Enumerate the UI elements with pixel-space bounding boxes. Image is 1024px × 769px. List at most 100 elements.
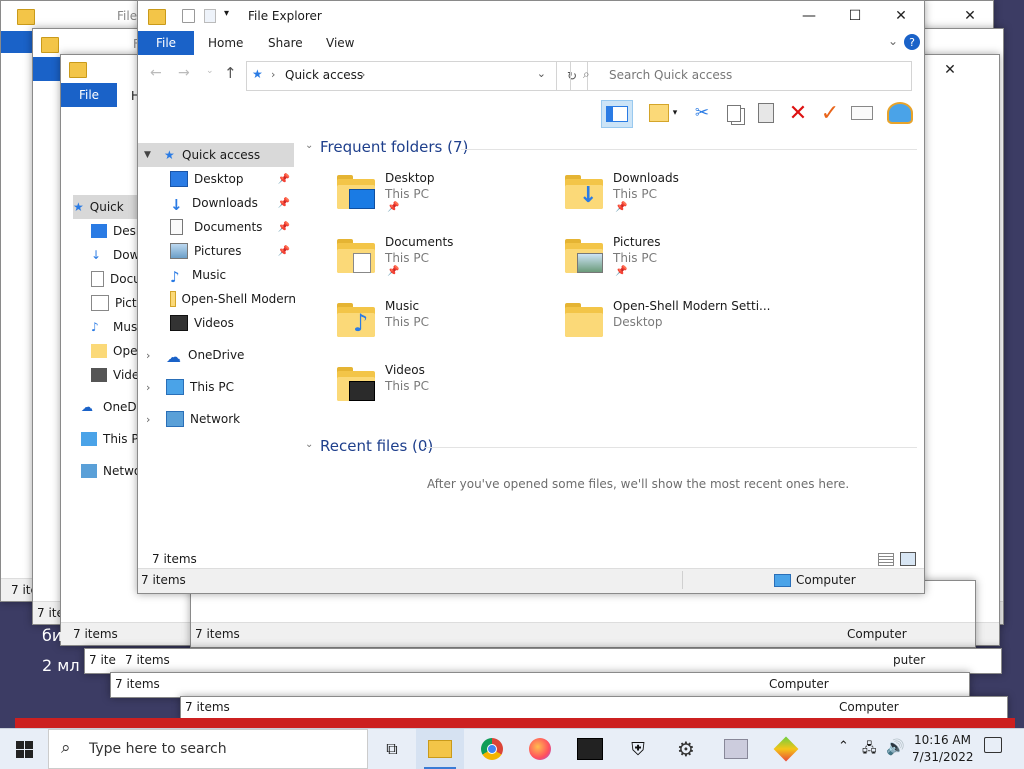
tab-home[interactable]: Home — [208, 36, 243, 50]
nav-item-network[interactable]: › Network — [138, 407, 296, 431]
breadcrumb-quick-access[interactable]: Quick access — [285, 68, 363, 82]
frequent-collapse-icon[interactable]: ⌄ — [305, 140, 313, 151]
chevron-down-icon[interactable]: ▼ — [144, 150, 164, 160]
help-icon[interactable]: ? — [904, 34, 920, 50]
address-dropdown-icon[interactable]: ⌄ — [537, 67, 546, 80]
folder-tile-downloads[interactable]: ↓ Downloads This PC 📌 — [565, 171, 785, 231]
tab-file[interactable] — [33, 57, 63, 81]
firefox-icon[interactable] — [516, 729, 564, 769]
address-bar[interactable]: ★ › Quick access › ⌄ — [246, 61, 557, 91]
rename-check-icon[interactable]: ✓ — [817, 100, 843, 126]
nav-item-desktop[interactable]: Desktop 📌 — [138, 167, 296, 191]
folder-tile-videos[interactable]: Videos This PC — [337, 363, 557, 423]
bluestacks-icon[interactable] — [762, 729, 810, 769]
delete-icon[interactable]: ✕ — [785, 100, 811, 126]
nav-item-music[interactable]: ♪ Music — [138, 263, 296, 287]
video-icon — [170, 315, 188, 331]
nav-item-this-pc[interactable]: › This PC — [138, 375, 296, 399]
folder-tile-open-shell[interactable]: Open-Shell Modern Setti... Desktop — [565, 299, 785, 359]
background-window-6: 7 items Computer — [110, 672, 970, 698]
tab-share[interactable]: Share — [268, 36, 303, 50]
pin-icon[interactable]: 📌 — [278, 198, 290, 209]
settings-icon[interactable]: ⚙ — [662, 729, 710, 769]
details-view-button[interactable] — [878, 553, 894, 566]
up-icon[interactable]: ↑ — [224, 64, 237, 82]
search-box[interactable]: ⌕ Search Quick access — [570, 61, 912, 91]
nav-item-pictures[interactable]: Pictures 📌 — [138, 239, 296, 263]
properties-panel-icon[interactable] — [849, 100, 875, 126]
frequent-folders-header[interactable]: Frequent folders (7) — [320, 138, 468, 156]
taskbar-search-box[interactable]: ⌕ Type here to search — [48, 729, 368, 769]
close-button[interactable]: ✕ — [947, 1, 993, 31]
nav-item-quick-access[interactable]: ▼ ★ Quick access — [138, 143, 294, 167]
status-bar: 7 items Computer — [138, 568, 924, 593]
minimize-button[interactable]: — — [786, 1, 832, 31]
nav-item-open-shell[interactable]: Open-Shell Modern — [138, 287, 296, 311]
status-item-count: 7 items — [115, 677, 160, 691]
nav-item-documents[interactable]: Documents 📌 — [138, 215, 296, 239]
nav-item-onedrive[interactable]: › ☁ OneDrive — [138, 343, 296, 367]
section-divider — [461, 149, 917, 150]
maximize-button[interactable]: ☐ — [832, 1, 878, 31]
file-explorer-icon[interactable] — [416, 729, 464, 769]
cloud-icon: ☁ — [166, 348, 181, 366]
status-item-count: 7 items — [73, 627, 118, 641]
folder-icon — [170, 291, 176, 307]
copy-icon[interactable] — [721, 100, 747, 126]
pin-icon[interactable]: 📌 — [278, 246, 290, 257]
folder-tile-documents[interactable]: Documents This PC 📌 — [337, 235, 557, 295]
paste-icon[interactable] — [753, 100, 779, 126]
quick-access-dropdown-icon[interactable]: ▾ — [224, 8, 229, 19]
folder-tile-pictures[interactable]: Pictures This PC 📌 — [565, 235, 785, 295]
chrome-icon[interactable] — [468, 729, 516, 769]
forward-icon[interactable]: → — [178, 65, 190, 81]
new-folder-icon[interactable] — [204, 9, 216, 23]
open-shell-icon[interactable] — [887, 100, 913, 126]
search-placeholder: Search Quick access — [609, 68, 733, 82]
chevron-right-icon[interactable]: › — [146, 413, 166, 426]
task-view-icon[interactable]: ⧉ — [368, 729, 416, 769]
cut-icon[interactable]: ✂ — [689, 100, 715, 126]
section-divider — [425, 447, 917, 448]
picture-icon — [170, 243, 188, 259]
chevron-right-icon[interactable]: › — [146, 381, 166, 394]
start-tool-icon[interactable] — [566, 729, 614, 769]
pin-icon[interactable]: 📌 — [278, 222, 290, 233]
network-tray-icon[interactable]: 🖧 — [862, 739, 877, 761]
layout-dropdown-button[interactable]: ▾ — [643, 100, 683, 126]
taskbar-search-placeholder: Type here to search — [89, 741, 227, 757]
folder-tile-desktop[interactable]: Desktop This PC 📌 — [337, 171, 557, 231]
properties-icon[interactable] — [182, 9, 195, 23]
status-location: Computer — [769, 677, 829, 691]
nav-item-downloads[interactable]: ↓ Downloads 📌 — [138, 191, 296, 215]
recent-collapse-icon[interactable]: ⌄ — [305, 439, 313, 450]
taskbar-time[interactable]: 10:16 AM — [914, 733, 971, 747]
expand-ribbon-icon[interactable]: ⌄ — [888, 34, 898, 48]
computer-icon — [166, 379, 184, 395]
document-icon — [170, 219, 183, 235]
caption-buttons: ✕ — [947, 1, 993, 31]
recent-files-header[interactable]: Recent files (0) — [320, 437, 433, 455]
navigation-pane-button[interactable] — [601, 100, 633, 128]
close-button[interactable]: ✕ — [927, 55, 973, 85]
large-icons-view-button[interactable] — [900, 552, 916, 566]
tab-file[interactable]: File — [61, 83, 117, 107]
start-button[interactable] — [0, 729, 48, 769]
red-accent — [15, 718, 1015, 728]
chevron-right-icon[interactable]: › — [146, 349, 166, 362]
recent-locations-icon[interactable]: ⌄ — [206, 66, 214, 76]
monitor-app-icon[interactable] — [712, 729, 760, 769]
defender-icon[interactable]: ⛨ — [614, 729, 662, 769]
taskbar-date[interactable]: 7/31/2022 — [912, 750, 974, 764]
nav-item-videos[interactable]: Videos — [138, 311, 296, 335]
folder-tile-music[interactable]: ♪ Music This PC — [337, 299, 557, 359]
notification-icon[interactable] — [984, 737, 1002, 753]
tab-view[interactable]: View — [326, 36, 354, 50]
back-icon[interactable]: ← — [150, 65, 162, 81]
show-hidden-icons-icon[interactable]: ⌃ — [838, 739, 849, 754]
volume-icon[interactable]: 🔊 — [886, 738, 905, 756]
close-button[interactable]: ✕ — [878, 1, 924, 31]
ribbon-tabs: File Home Share View ⌄ ? — [138, 31, 924, 55]
pin-icon[interactable]: 📌 — [278, 174, 290, 185]
tab-file[interactable]: File — [138, 31, 194, 55]
